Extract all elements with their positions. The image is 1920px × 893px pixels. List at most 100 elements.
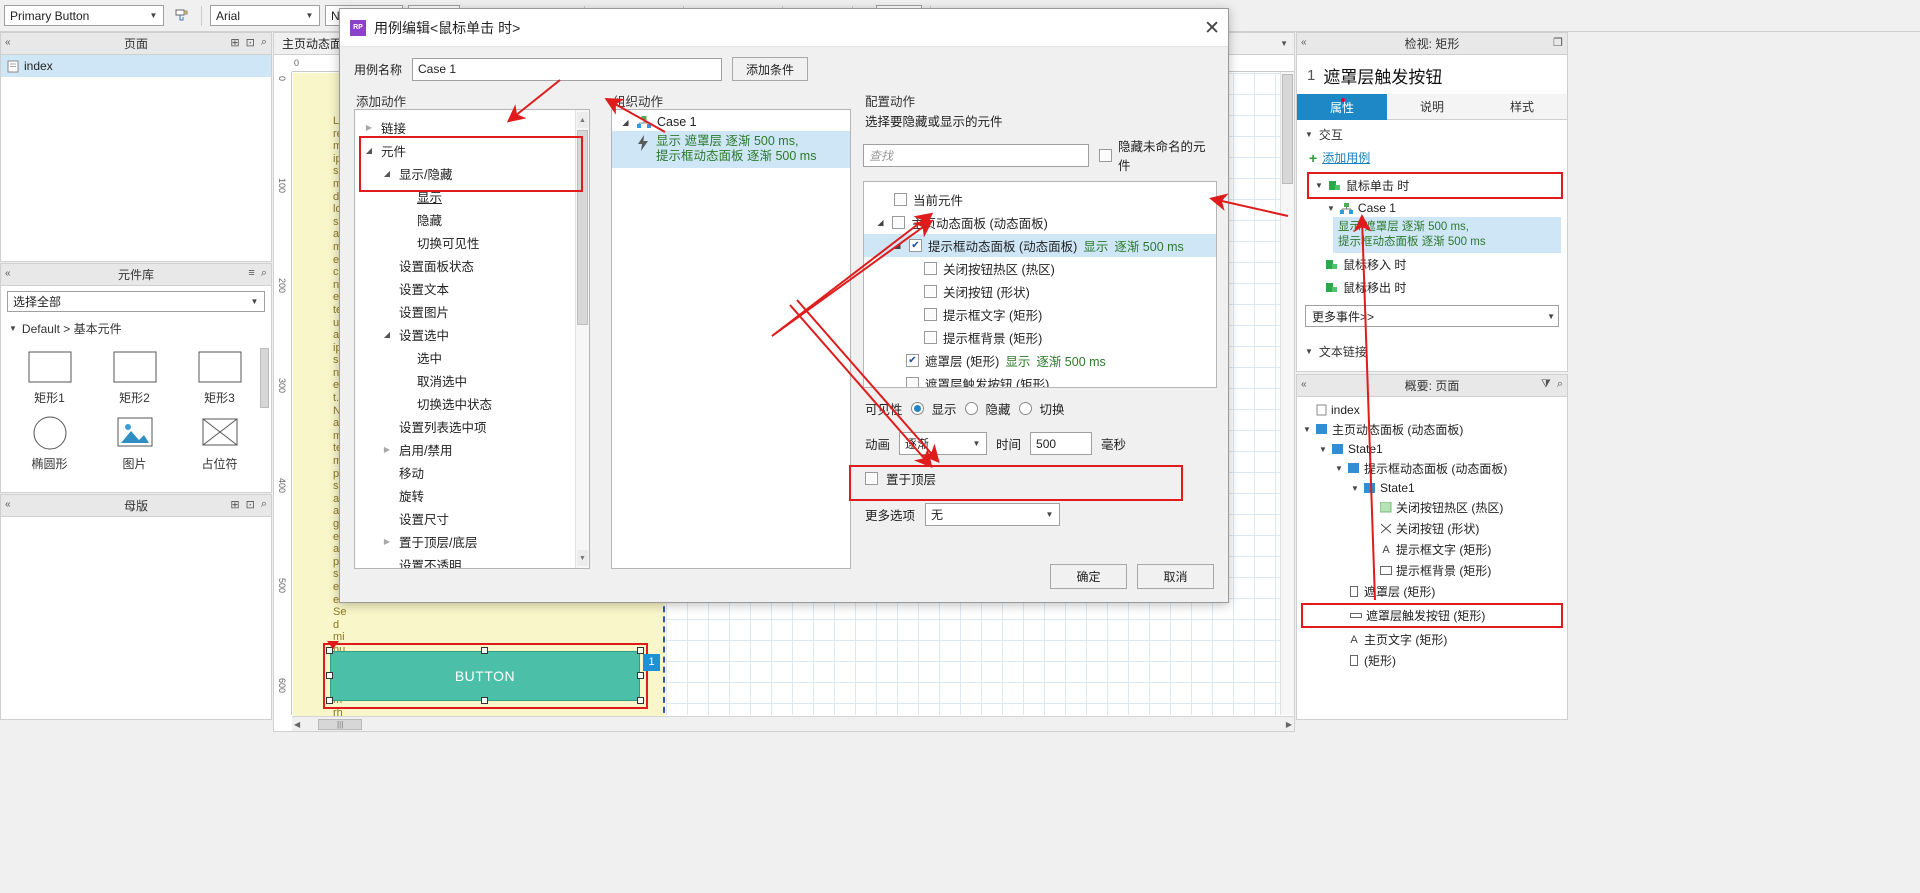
outline-row-mask[interactable]: 遮罩层 (矩形): [1301, 581, 1567, 602]
tree-row-tip-bg[interactable]: 提示框背景 (矩形): [864, 326, 1216, 349]
scrollbar-thumb[interactable]: |||: [318, 718, 363, 730]
selection-handle[interactable]: [481, 647, 488, 654]
format-painter-button[interactable]: [169, 4, 193, 27]
library-item-rect1[interactable]: 矩形1: [7, 344, 92, 406]
element-tree[interactable]: 当前元件 ◢ 主页动态面板 (动态面板) ◢ ✔ 提示框动态面板 (动态面板) …: [863, 181, 1217, 388]
add-folder-icon[interactable]: ⊡: [246, 36, 255, 49]
library-group-header[interactable]: ▼ Default > 基本元件: [1, 317, 271, 340]
checkbox[interactable]: [924, 331, 937, 344]
interaction-section-header[interactable]: ▼ 交互: [1297, 120, 1567, 147]
tree-row-mask[interactable]: ✔ 遮罩层 (矩形) 显示 逐渐 500 ms: [864, 349, 1216, 372]
organize-action-list[interactable]: ◢ Case 1 显示 遮罩层 逐渐 500 ms, 提示框动态面板 逐渐 50…: [611, 109, 851, 569]
visibility-radio-show[interactable]: [910, 402, 924, 415]
checkbox[interactable]: ✔: [909, 239, 922, 252]
outline-row-close-hotspot[interactable]: 关闭按钮热区 (热区): [1301, 497, 1567, 518]
action-item-bring-front-back[interactable]: ▶ 置于顶层/底层: [355, 530, 589, 553]
chevron-down-icon[interactable]: ◢: [892, 241, 903, 250]
menu-icon[interactable]: ≡: [248, 267, 254, 280]
checkbox[interactable]: [894, 193, 907, 206]
font-combo[interactable]: Arial ▼: [210, 5, 320, 26]
add-case-button[interactable]: + 添加用例: [1297, 147, 1567, 172]
chevron-down-icon[interactable]: ▼: [1351, 484, 1360, 493]
action-item-hide[interactable]: 隐藏: [355, 208, 589, 231]
scrollbar-thumb[interactable]: [1282, 74, 1293, 184]
action-item-set-image[interactable]: 设置图片: [355, 300, 589, 323]
search-icon[interactable]: ⌕: [261, 498, 267, 511]
add-folder-icon[interactable]: ⊡: [246, 498, 255, 511]
action-item-enable-disable[interactable]: ▶ 启用/禁用: [355, 438, 589, 461]
action-item-toggle-visibility[interactable]: 切换可见性: [355, 231, 589, 254]
outline-row-tip-text[interactable]: A 提示框文字 (矩形): [1301, 539, 1567, 560]
scroll-right-icon[interactable]: ▶: [1286, 720, 1292, 729]
tree-row-current-widget[interactable]: 当前元件: [864, 188, 1216, 211]
outline-row-close-shape[interactable]: 关闭按钮 (形状): [1301, 518, 1567, 539]
chevron-down-icon[interactable]: ◢: [875, 218, 886, 227]
checkbox[interactable]: [924, 262, 937, 275]
event-action-row[interactable]: 显示 遮罩层 逐渐 500 ms, 提示框动态面板 逐渐 500 ms: [1333, 217, 1561, 253]
outline-row-mask-trigger-button[interactable]: 遮罩层触发按钮 (矩形): [1301, 603, 1563, 628]
checkbox[interactable]: [892, 216, 905, 229]
action-item-set-size[interactable]: 设置尺寸: [355, 507, 589, 530]
search-input[interactable]: 查找: [863, 143, 1090, 167]
checkbox[interactable]: [906, 377, 919, 387]
outline-row-state1-inner[interactable]: ▼ State1: [1301, 479, 1567, 497]
bring-front-row[interactable]: 置于顶层: [863, 469, 1217, 488]
action-item-rotate[interactable]: 旋转: [355, 484, 589, 507]
library-item-rect2[interactable]: 矩形2: [92, 344, 177, 406]
tab-properties[interactable]: 属性: [1297, 94, 1387, 120]
detach-icon[interactable]: ❐: [1553, 36, 1563, 49]
animation-select[interactable]: 逐渐 ▼: [899, 432, 988, 455]
action-list-scrollbar[interactable]: ▲ ▼: [575, 110, 589, 568]
action-item-set-panel-state[interactable]: 设置面板状态: [355, 254, 589, 277]
organize-action-row[interactable]: 显示 遮罩层 逐渐 500 ms, 提示框动态面板 逐渐 500 ms: [612, 131, 850, 168]
library-item-placeholder[interactable]: 占位符: [177, 410, 262, 472]
text-link-section-header[interactable]: ▼ 文本链接: [1297, 333, 1567, 364]
collapse-icon[interactable]: «: [1301, 379, 1307, 390]
action-item-show-hide[interactable]: ◢ 显示/隐藏: [355, 162, 589, 185]
interaction-badge[interactable]: 1: [643, 654, 660, 671]
visibility-radio-hide[interactable]: [964, 402, 978, 415]
library-item-ellipse[interactable]: 椭圆形: [7, 410, 92, 472]
collapse-icon[interactable]: «: [5, 499, 11, 510]
hide-unnamed-checkbox[interactable]: [1099, 148, 1113, 162]
scroll-up-icon[interactable]: ▲: [577, 112, 588, 128]
page-list-item-index[interactable]: index: [1, 55, 271, 77]
action-item-set-text[interactable]: 设置文本: [355, 277, 589, 300]
action-item-move[interactable]: 移动: [355, 461, 589, 484]
more-options-select[interactable]: 无 ▼: [925, 503, 1061, 526]
outline-row-tip-bg[interactable]: 提示框背景 (矩形): [1301, 560, 1567, 581]
collapse-icon[interactable]: «: [1301, 37, 1307, 48]
outline-row-main-panel[interactable]: ▼ 主页动态面板 (动态面板): [1301, 419, 1567, 440]
checkbox[interactable]: ✔: [906, 354, 919, 367]
close-icon[interactable]: ✕: [1204, 19, 1220, 38]
selection-handle[interactable]: [637, 697, 644, 704]
library-scrollbar[interactable]: [260, 348, 269, 408]
tree-row-mask-trigger[interactable]: 遮罩层触发按钮 (矩形): [864, 372, 1216, 387]
event-row-mouseleave[interactable]: 鼠标移出 时: [1297, 276, 1567, 299]
add-page-icon[interactable]: ⊞: [230, 36, 239, 49]
chevron-down-icon[interactable]: ▼: [1319, 445, 1328, 454]
chevron-down-icon[interactable]: ▼: [1303, 425, 1312, 434]
button-widget[interactable]: BUTTON: [330, 651, 640, 701]
add-condition-button[interactable]: 添加条件: [732, 57, 809, 81]
ok-button[interactable]: 确定: [1050, 564, 1127, 589]
scroll-down-icon[interactable]: ▼: [577, 550, 588, 566]
outline-row-rect[interactable]: (矩形): [1301, 650, 1567, 671]
tab-style[interactable]: 样式: [1477, 94, 1567, 120]
library-item-rect3[interactable]: 矩形3: [177, 344, 262, 406]
event-row-click[interactable]: ▼ 鼠标单击 时: [1307, 172, 1563, 199]
action-item-show[interactable]: 显示: [355, 185, 589, 208]
checkbox[interactable]: [924, 285, 937, 298]
selection-handle[interactable]: [637, 672, 644, 679]
filter-icon[interactable]: ⧩: [1541, 378, 1551, 391]
collapse-icon[interactable]: «: [5, 37, 11, 48]
action-item-toggle-selected[interactable]: 切换选中状态: [355, 392, 589, 415]
outline-row-tip-panel[interactable]: ▼ 提示框动态面板 (动态面板): [1301, 458, 1567, 479]
tree-row-close-hotspot[interactable]: 关闭按钮热区 (热区): [864, 257, 1216, 280]
collapse-icon[interactable]: «: [5, 268, 11, 279]
search-icon[interactable]: ⌕: [1557, 378, 1563, 391]
outline-row-state1[interactable]: ▼ State1: [1301, 440, 1567, 458]
tree-row-tip-panel[interactable]: ◢ ✔ 提示框动态面板 (动态面板) 显示 逐渐 500 ms: [864, 234, 1216, 257]
scrollbar-thumb[interactable]: [577, 130, 588, 325]
bring-front-checkbox[interactable]: [865, 472, 878, 485]
